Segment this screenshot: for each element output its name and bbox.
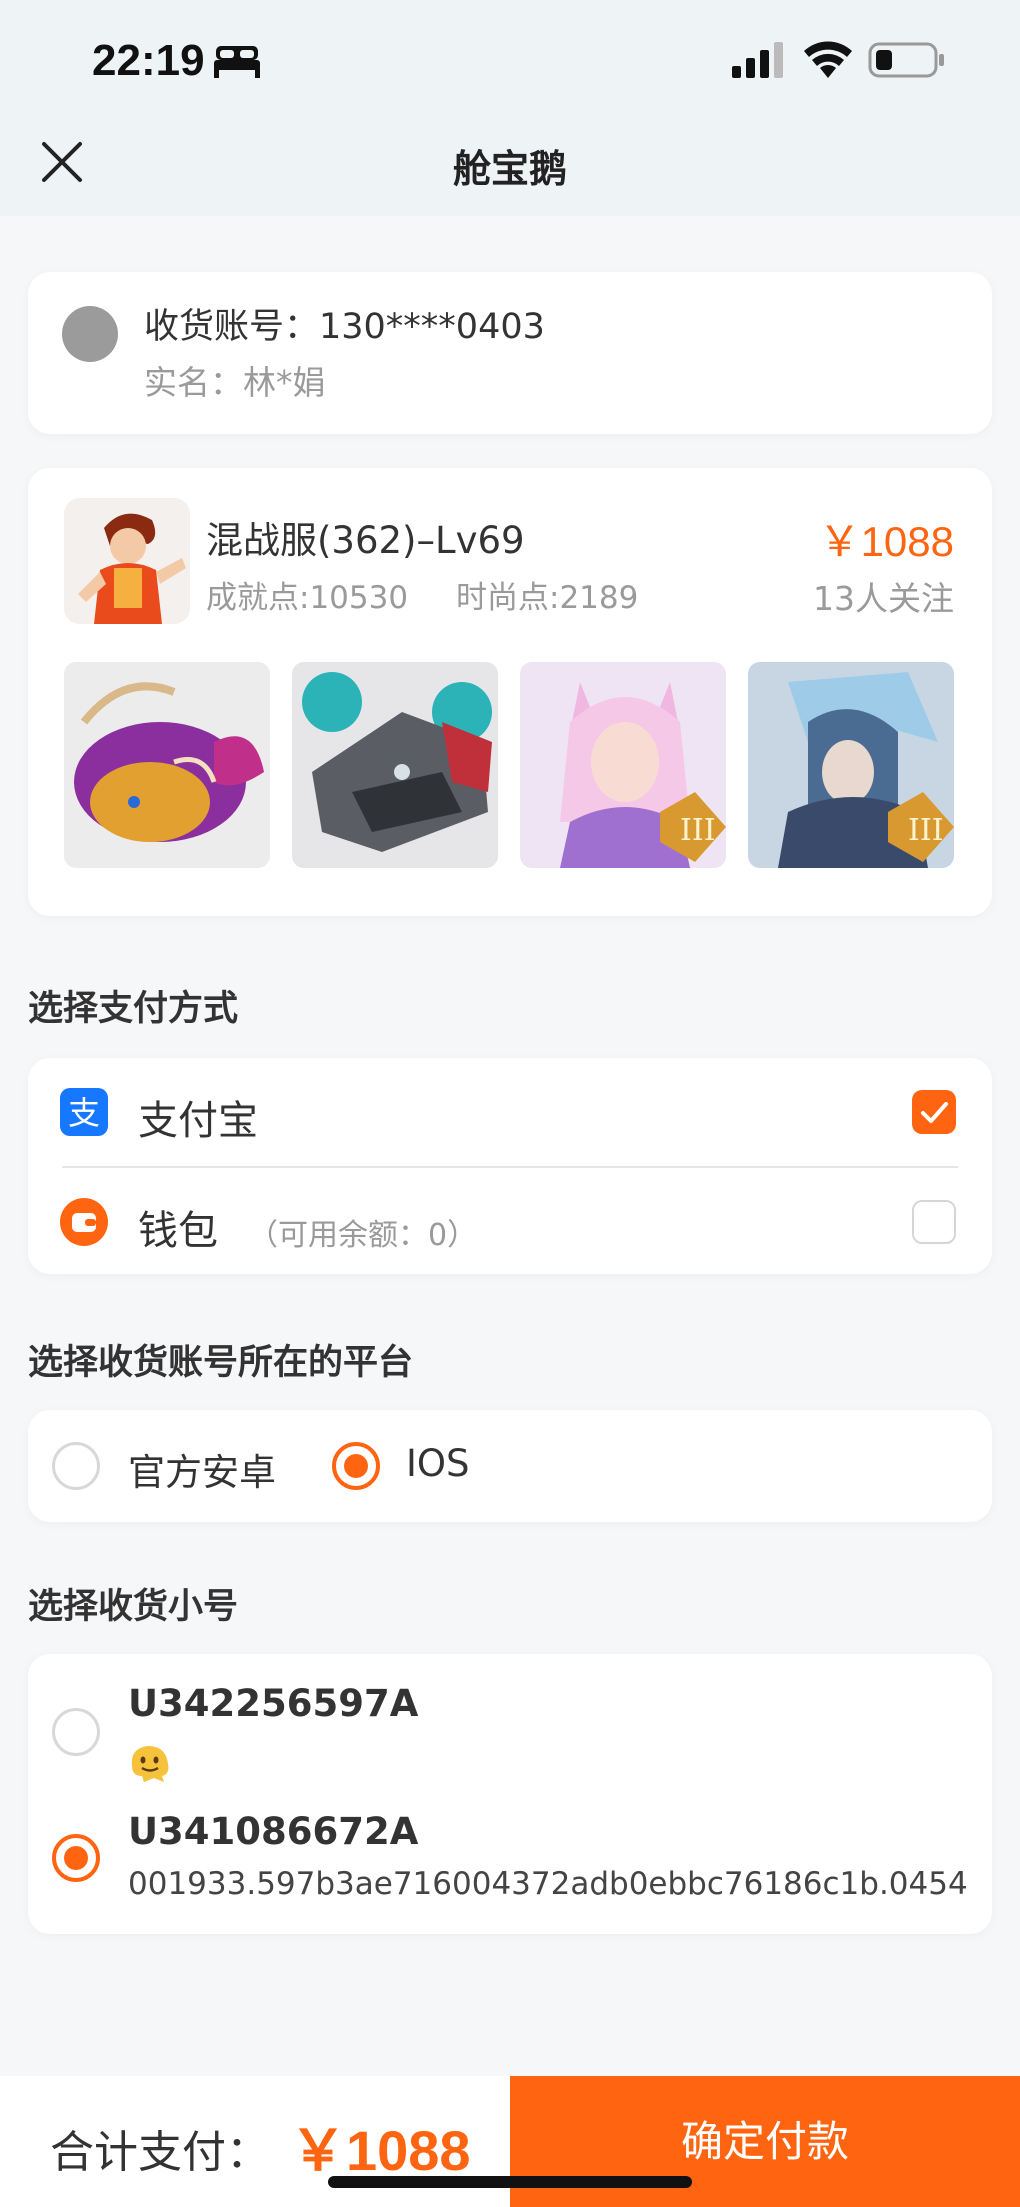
receiver-avatar xyxy=(62,306,118,362)
signal-icon xyxy=(732,42,783,78)
fashion-points: 时尚点:2189 xyxy=(456,580,639,616)
checkmark-icon xyxy=(921,1102,948,1123)
total-amount: ￥1088 xyxy=(290,2119,471,2182)
wallet-checkbox[interactable] xyxy=(912,1200,956,1244)
product-thumbnails: III III xyxy=(64,662,954,868)
payment-option-label: 支付宝 xyxy=(138,1098,258,1144)
payment-card: 支 支付宝 钱包 （可用余额：0） xyxy=(28,1058,992,1274)
achievement-points: 成就点:10530 xyxy=(206,580,409,616)
ice-warrior-skin-image[interactable]: III xyxy=(748,662,954,868)
status-bar: 22:19 xyxy=(0,0,1020,120)
svg-text:III: III xyxy=(680,813,716,848)
product-card[interactable]: 混战服(362)–Lv69 成就点:10530 时尚点:2189 ￥1088 1… xyxy=(28,468,992,916)
payment-option-wallet[interactable]: 钱包 （可用余额：0） xyxy=(28,1168,992,1276)
receiver-card: 收货账号：130****0403 实名：林*娟 xyxy=(28,272,992,434)
page-title: 舱宝鹅 xyxy=(452,147,567,191)
radio-ios[interactable] xyxy=(332,1442,380,1490)
alt-account-id[interactable]: U342256597A xyxy=(128,1682,418,1725)
alipay-checkbox[interactable] xyxy=(912,1090,956,1134)
wifi-icon xyxy=(804,41,852,78)
total-label: 合计支付： xyxy=(50,2127,270,2178)
platform-card: 官方安卓 IOS xyxy=(28,1410,992,1522)
platform-section-title: 选择收货账号所在的平台 xyxy=(28,1343,414,1383)
svg-text:III: III xyxy=(908,813,944,848)
follower-count: 13人关注 xyxy=(813,579,954,618)
platform-option-ios[interactable]: IOS xyxy=(406,1442,470,1485)
receiver-account: 收货账号：130****0403 xyxy=(144,307,545,347)
receiver-real-name: 实名：林*娟 xyxy=(144,363,326,402)
alt-account-card: U342256597A U341086672A 001933.597b3ae71… xyxy=(28,1654,992,1934)
wallet-balance-note: （可用余额：0） xyxy=(248,1218,478,1253)
alt-account-id[interactable]: U341086672A xyxy=(128,1810,418,1853)
platform-option-android[interactable]: 官方安卓 xyxy=(128,1442,276,1496)
payment-option-label: 钱包 xyxy=(138,1208,218,1254)
bed-icon xyxy=(214,46,260,78)
alt-account-section-title: 选择收货小号 xyxy=(28,1587,239,1627)
nav-bar: 舱宝鹅 xyxy=(0,120,1020,216)
radio-alt-account-2[interactable] xyxy=(52,1834,100,1882)
alt-account-sub: 001933.597b3ae716004372adb0ebbc76186c1b.… xyxy=(128,1866,968,1902)
wallet-icon xyxy=(60,1198,108,1246)
battery-icon xyxy=(868,42,944,78)
payment-section-title: 选择支付方式 xyxy=(28,989,239,1029)
product-price: ￥1088 xyxy=(818,518,954,565)
mech-wolf-image[interactable] xyxy=(292,662,498,868)
radio-alt-account-1[interactable] xyxy=(52,1708,100,1756)
product-title: 混战服(362)–Lv69 xyxy=(206,519,525,562)
alipay-icon: 支 xyxy=(60,1088,108,1136)
status-time: 22:19 xyxy=(92,36,205,85)
home-indicator xyxy=(328,2176,692,2188)
radio-android[interactable] xyxy=(52,1442,100,1490)
melting-face-emoji-icon xyxy=(131,1746,169,1782)
payment-option-alipay[interactable]: 支 支付宝 xyxy=(28,1058,992,1166)
svg-text:支: 支 xyxy=(68,1094,100,1132)
character-avatar xyxy=(64,498,190,624)
fox-girl-skin-image[interactable]: III xyxy=(520,662,726,868)
fish-mount-image[interactable] xyxy=(64,662,270,868)
top-header: 22:19 舱宝鹅 xyxy=(0,0,1020,216)
